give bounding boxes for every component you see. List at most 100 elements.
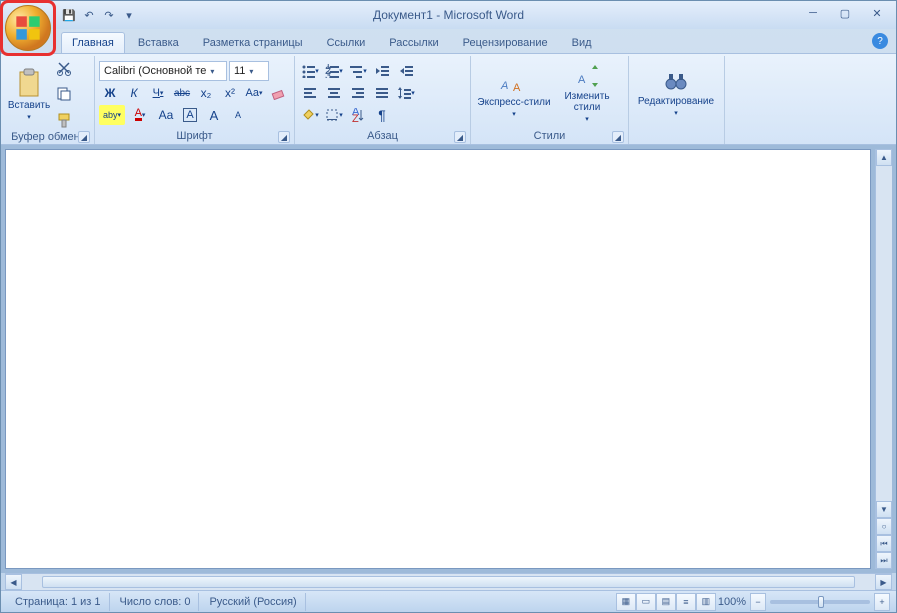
document-canvas[interactable] xyxy=(5,149,871,569)
zoom-controls: 100% − + xyxy=(718,593,890,611)
scroll-right-button[interactable]: ▶ xyxy=(875,574,892,590)
zoom-level[interactable]: 100% xyxy=(718,596,746,608)
strike-button[interactable]: abc xyxy=(171,83,193,103)
font-launcher[interactable]: ◢ xyxy=(278,131,290,143)
quick-access-toolbar: 💾 ↶ ↷ ▾ xyxy=(61,7,137,23)
multilevel-button[interactable]: ▾ xyxy=(347,61,369,81)
superscript-button[interactable]: x² xyxy=(219,83,241,103)
zoom-in-button[interactable]: + xyxy=(874,593,890,611)
tab-references[interactable]: Ссылки xyxy=(316,32,377,53)
group-clipboard: Вставить ▾ Буфер обмена◢ xyxy=(3,56,95,144)
change-case-button[interactable]: Aa▾ xyxy=(243,83,265,103)
shrink-font-button[interactable]: A xyxy=(227,105,249,125)
scroll-down-button[interactable]: ▼ xyxy=(876,501,892,518)
tab-insert[interactable]: Вставка xyxy=(127,32,190,53)
scroll-up-button[interactable]: ▲ xyxy=(876,149,892,166)
binoculars-icon xyxy=(664,70,688,94)
view-full-screen[interactable]: ▭ xyxy=(636,593,656,611)
align-center-icon xyxy=(327,86,341,100)
styles-launcher[interactable]: ◢ xyxy=(612,131,624,143)
shading-button[interactable]: ▾ xyxy=(299,105,321,125)
subscript-button[interactable]: x₂ xyxy=(195,83,217,103)
multilevel-icon xyxy=(349,64,363,78)
paste-button[interactable]: Вставить ▾ xyxy=(7,60,51,128)
justify-icon xyxy=(375,86,389,100)
status-language[interactable]: Русский (Россия) xyxy=(201,593,305,611)
clear-format-button[interactable] xyxy=(267,83,289,103)
editing-label: Редактирование xyxy=(638,96,714,107)
outdent-button[interactable] xyxy=(371,61,393,81)
bold-button[interactable]: Ж xyxy=(99,83,121,103)
status-bar: Страница: 1 из 1 Число слов: 0 Русский (… xyxy=(1,590,896,612)
char-border-button[interactable]: A xyxy=(179,105,201,125)
paragraph-launcher[interactable]: ◢ xyxy=(454,131,466,143)
office-button[interactable] xyxy=(5,5,51,51)
bullets-icon xyxy=(301,64,315,78)
horizontal-scrollbar[interactable]: ◀ ▶ xyxy=(5,573,892,590)
sort-button[interactable]: AZ xyxy=(347,105,369,125)
underline-button[interactable]: Ч▾ xyxy=(147,83,169,103)
zoom-out-button[interactable]: − xyxy=(750,593,766,611)
scroll-thumb-h[interactable] xyxy=(42,576,855,588)
align-center-button[interactable] xyxy=(323,83,345,103)
highlight-button[interactable]: aby▾ xyxy=(99,105,125,125)
grow-font-button[interactable]: A xyxy=(203,105,225,125)
align-right-button[interactable] xyxy=(347,83,369,103)
text-effects-button[interactable]: Aa xyxy=(155,105,177,125)
vertical-scrollbar[interactable]: ▲ ▼ ○ ⏮ ⏭ xyxy=(875,149,892,569)
status-words[interactable]: Число слов: 0 xyxy=(112,593,200,611)
italic-button[interactable]: К xyxy=(123,83,145,103)
ribbon: Вставить ▾ Буфер обмена◢ Calibri (Основн… xyxy=(1,53,896,145)
justify-button[interactable] xyxy=(371,83,393,103)
editing-button[interactable]: Редактирование▾ xyxy=(633,59,719,127)
scroll-track[interactable] xyxy=(876,166,892,501)
next-page-button[interactable]: ⏭ xyxy=(876,552,892,569)
view-outline[interactable]: ≡ xyxy=(676,593,696,611)
view-print-layout[interactable]: ▦ xyxy=(616,593,636,611)
browse-object-button[interactable]: ○ xyxy=(876,518,892,535)
tab-review[interactable]: Рецензирование xyxy=(452,32,559,53)
title-bar: 💾 ↶ ↷ ▾ Документ1 - Microsoft Word ─ ▢ ✕ xyxy=(1,1,896,29)
bullets-button[interactable]: ▾ xyxy=(299,61,321,81)
status-page[interactable]: Страница: 1 из 1 xyxy=(7,593,110,611)
qat-save-icon[interactable]: 💾 xyxy=(61,7,77,23)
qat-redo-icon[interactable]: ↷ xyxy=(101,7,117,23)
view-draft[interactable]: ▥ xyxy=(696,593,716,611)
change-styles-label: Изменить стили xyxy=(564,91,609,113)
font-name-combo[interactable]: Calibri (Основной те▾ xyxy=(99,61,227,81)
format-painter-icon[interactable] xyxy=(54,110,74,130)
tab-mailings[interactable]: Рассылки xyxy=(378,32,449,53)
prev-page-button[interactable]: ⏮ xyxy=(876,535,892,552)
tab-home[interactable]: Главная xyxy=(61,32,125,53)
borders-button[interactable]: ▾ xyxy=(323,105,345,125)
copy-icon[interactable] xyxy=(54,84,74,104)
quick-styles-icon: AA xyxy=(499,69,529,95)
outdent-icon xyxy=(375,64,389,78)
quick-styles-label: Экспресс-стили xyxy=(477,97,550,108)
close-button[interactable]: ✕ xyxy=(864,5,890,21)
show-marks-button[interactable]: ¶ xyxy=(371,105,393,125)
numbering-button[interactable]: 123▾ xyxy=(323,61,345,81)
zoom-thumb[interactable] xyxy=(818,596,824,608)
indent-icon xyxy=(399,64,413,78)
font-size-combo[interactable]: 11▾ xyxy=(229,61,269,81)
cut-icon[interactable] xyxy=(54,58,74,78)
indent-button[interactable] xyxy=(395,61,417,81)
font-color-button[interactable]: A▾ xyxy=(127,105,153,125)
clipboard-launcher[interactable]: ◢ xyxy=(78,131,90,143)
align-left-button[interactable] xyxy=(299,83,321,103)
minimize-button[interactable]: ─ xyxy=(800,5,826,21)
change-styles-button[interactable]: A Изменить стили▾ xyxy=(559,59,615,127)
zoom-slider[interactable] xyxy=(770,600,870,604)
line-spacing-button[interactable]: ▾ xyxy=(395,83,417,103)
tab-view[interactable]: Вид xyxy=(561,32,603,53)
quick-styles-button[interactable]: AA Экспресс-стили▾ xyxy=(475,59,553,127)
qat-undo-icon[interactable]: ↶ xyxy=(81,7,97,23)
maximize-button[interactable]: ▢ xyxy=(832,5,858,21)
document-area: ▲ ▼ ○ ⏮ ⏭ xyxy=(1,145,896,573)
tab-layout[interactable]: Разметка страницы xyxy=(192,32,314,53)
qat-customize-icon[interactable]: ▾ xyxy=(121,7,137,23)
scroll-left-button[interactable]: ◀ xyxy=(5,574,22,590)
help-icon[interactable]: ? xyxy=(872,33,888,49)
view-web[interactable]: ▤ xyxy=(656,593,676,611)
